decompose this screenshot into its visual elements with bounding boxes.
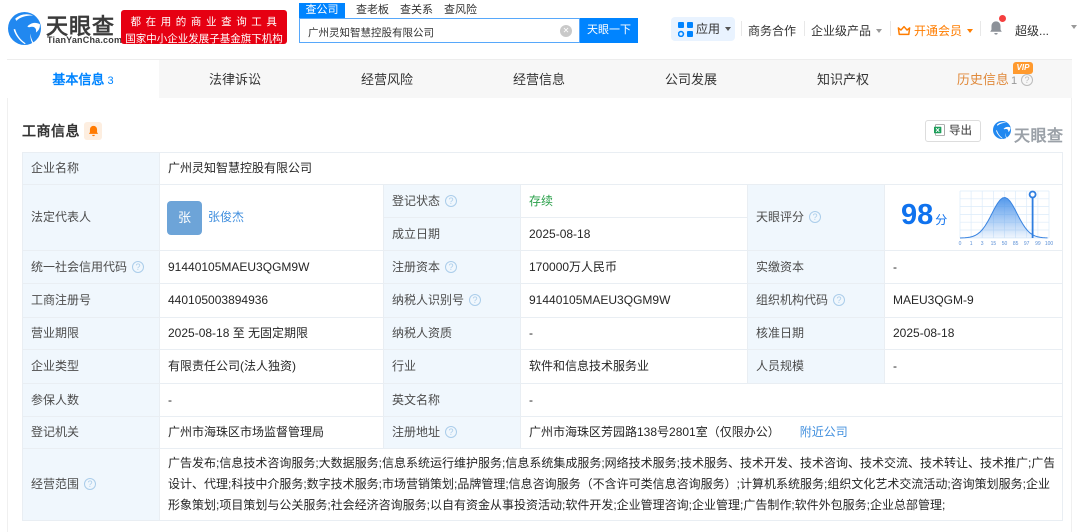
svg-text:0: 0 — [959, 241, 962, 247]
svg-text:85: 85 — [1013, 241, 1019, 247]
svg-text:97: 97 — [1024, 241, 1030, 247]
svg-text:50: 50 — [1002, 241, 1008, 247]
svg-text:3: 3 — [981, 241, 984, 247]
svg-text:15: 15 — [991, 241, 997, 247]
svg-text:100: 100 — [1045, 241, 1054, 247]
svg-text:99: 99 — [1035, 241, 1041, 247]
svg-text:1: 1 — [970, 241, 973, 247]
